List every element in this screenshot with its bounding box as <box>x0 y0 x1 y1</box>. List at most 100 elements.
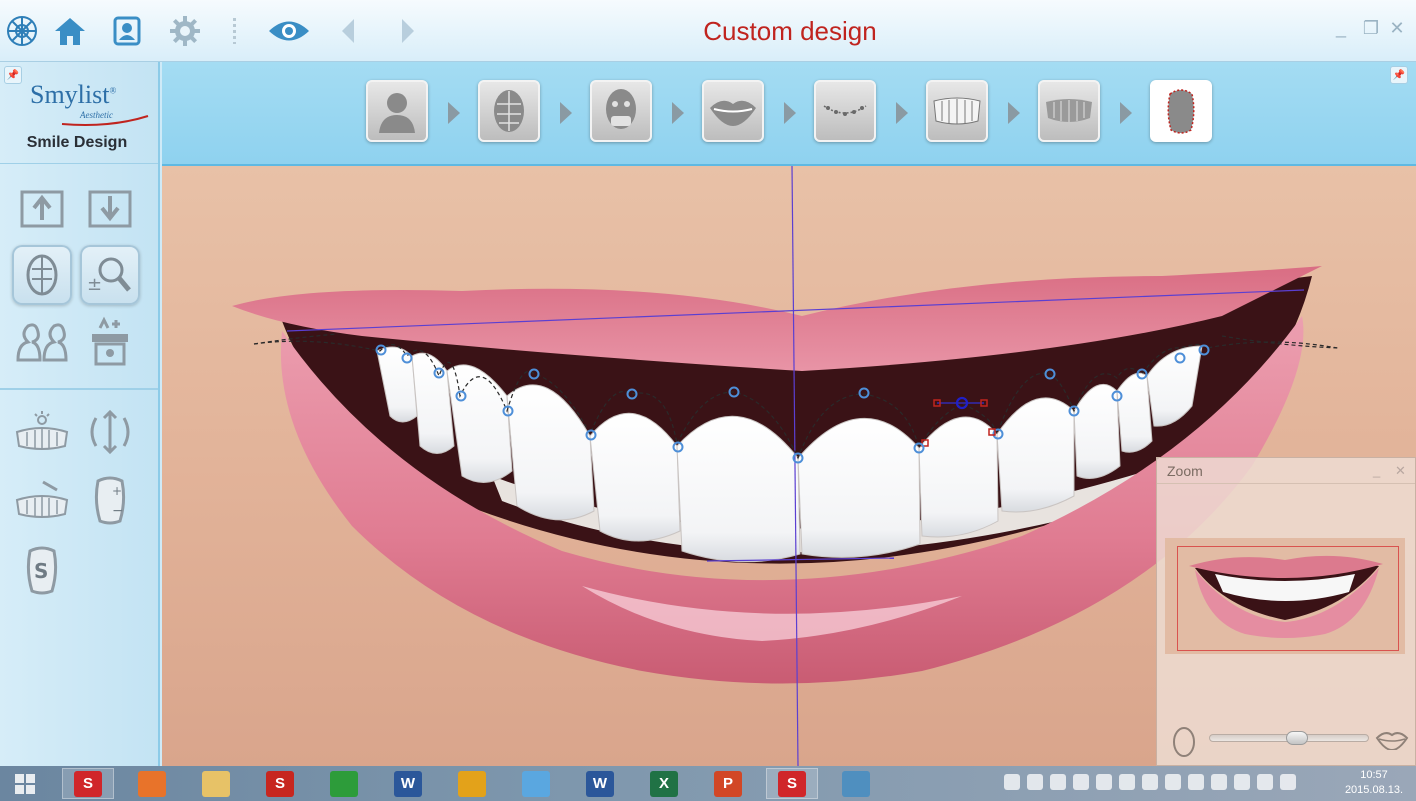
pin-stepbar-icon[interactable]: 📌 <box>1390 66 1408 84</box>
taskbar-clock[interactable]: 10:57 2015.08.13. <box>1336 768 1412 798</box>
teeth-lighting-icon[interactable] <box>12 402 72 462</box>
svg-text:−: − <box>112 503 124 519</box>
taskbar-app-powerpoint-icon[interactable]: P <box>702 768 754 799</box>
taskbar-app-smylist-s-taskbar-icon[interactable]: S <box>254 768 306 799</box>
step-arrow-icon <box>1008 102 1020 124</box>
tray-icon[interactable] <box>1165 774 1181 790</box>
step-arrow-icon <box>672 102 684 124</box>
eye-icon[interactable] <box>266 12 312 50</box>
facial-midline-icon[interactable] <box>12 245 72 305</box>
add-remove-tooth-icon[interactable]: + − <box>80 470 140 530</box>
tray-icon[interactable] <box>1234 774 1250 790</box>
flag-icon[interactable] <box>1211 774 1227 790</box>
lips-step[interactable] <box>702 80 764 142</box>
signal-icon[interactable] <box>1257 774 1273 790</box>
svg-text:S: S <box>34 559 48 583</box>
smylist-s-icon[interactable]: S <box>12 540 72 600</box>
taskbar-app-smylist-taskbar-icon[interactable]: S <box>62 768 114 799</box>
home-icon[interactable] <box>52 12 88 50</box>
picasa-icon <box>522 770 550 797</box>
export-image-icon[interactable] <box>80 178 140 238</box>
tray-icon[interactable] <box>1027 774 1043 790</box>
step-arrow-icon <box>560 102 572 124</box>
tray-icon[interactable] <box>1142 774 1158 790</box>
taskbar-app-excel-icon[interactable]: X <box>638 768 690 799</box>
teeth-shaping-icon[interactable] <box>12 470 72 530</box>
sidebar-divider <box>0 388 158 390</box>
compare-faces-icon[interactable] <box>12 312 72 372</box>
maximize-button[interactable]: ❐ <box>1360 18 1382 39</box>
teeth-outline-step[interactable] <box>926 80 988 142</box>
taskbar-app-chrome-icon[interactable] <box>446 768 498 799</box>
close-button[interactable]: ✕ <box>1386 18 1408 39</box>
teeth-step[interactable] <box>1038 80 1100 142</box>
tray-icon[interactable] <box>1004 774 1020 790</box>
svg-text:+: + <box>112 484 122 498</box>
zoom-close-button[interactable]: ✕ <box>1395 463 1406 479</box>
step-arrow-icon <box>1120 102 1132 124</box>
system-tray <box>1004 774 1296 790</box>
taskbar-app-word-icon[interactable]: W <box>382 768 434 799</box>
volume-icon[interactable] <box>1280 774 1296 790</box>
svg-text:±: ± <box>87 274 102 295</box>
window-title: Custom design <box>703 16 877 46</box>
smylist-app-window: Custom design _ ❐ ✕ 📌 Smylist® Aesthetic… <box>0 0 1416 801</box>
taskbar-app-photo-viewer-icon[interactable] <box>830 768 882 799</box>
zoom-viewport-frame[interactable] <box>1177 546 1399 651</box>
tray-icon[interactable] <box>1096 774 1112 790</box>
snowflake-menu-icon[interactable] <box>4 12 40 50</box>
bluetooth-icon[interactable] <box>1050 774 1066 790</box>
tray-icon[interactable] <box>1073 774 1089 790</box>
title-bar: Custom design _ ❐ ✕ <box>0 0 1416 62</box>
word-icon: W <box>394 770 422 797</box>
import-image-icon[interactable] <box>12 178 72 238</box>
taskbar-app-picasa-icon[interactable] <box>510 768 562 799</box>
zoom-slider-thumb[interactable] <box>1286 731 1308 745</box>
logo-wordmark: Smylist® <box>30 80 117 109</box>
smylist-logo: Smylist® Aesthetic Smile Design <box>0 62 158 164</box>
step-arrow-icon <box>896 102 908 124</box>
zoom-tool-icon[interactable]: ± <box>80 245 140 305</box>
face-silhouette-step[interactable] <box>366 80 428 142</box>
photo-viewer-icon <box>842 770 870 797</box>
library-transfer-icon[interactable] <box>80 312 140 372</box>
excel-icon: X <box>650 770 678 797</box>
minimize-button[interactable]: _ <box>1330 18 1352 39</box>
taskbar-app-store-icon[interactable] <box>318 768 370 799</box>
taskbar-app-firefox-icon[interactable] <box>126 768 178 799</box>
zoom-out-face-icon[interactable] <box>1171 726 1197 758</box>
zoom-panel[interactable]: Zoom _ ✕ <box>1156 457 1416 766</box>
face-grid-step[interactable] <box>478 80 540 142</box>
smylist-active-icon: S <box>778 770 806 797</box>
back-arrow-icon[interactable] <box>330 12 366 50</box>
zoom-minimize-button[interactable]: _ <box>1373 463 1380 478</box>
workflow-step-bar: 📌 <box>162 62 1416 166</box>
clock-date: 2015.08.13. <box>1344 784 1404 796</box>
taskbar-app-file-explorer-icon[interactable] <box>190 768 242 799</box>
taskbar-app-smylist-active-icon[interactable]: S <box>766 768 818 799</box>
face-mask-step[interactable] <box>590 80 652 142</box>
patient-card-icon[interactable] <box>109 12 145 50</box>
taskbar-app-word-icon-2[interactable]: W <box>574 768 626 799</box>
forward-arrow-icon[interactable] <box>390 12 426 50</box>
logo-caption: Smile Design <box>26 134 128 151</box>
tray-icon[interactable] <box>1119 774 1135 790</box>
smylist-taskbar-icon: S <box>74 770 102 797</box>
tool-sidebar: 📌 Smylist® Aesthetic Smile Design ± + − … <box>0 62 160 766</box>
rotate-resize-icon[interactable] <box>80 402 140 462</box>
firefox-icon <box>138 770 166 797</box>
tray-icon[interactable] <box>1188 774 1204 790</box>
zoom-in-lips-icon[interactable] <box>1375 730 1409 750</box>
gear-icon[interactable] <box>167 12 203 50</box>
step-arrow-icon <box>448 102 460 124</box>
custom-tooth-step[interactable] <box>1150 80 1212 142</box>
lip-points-step[interactable] <box>814 80 876 142</box>
zoom-panel-title: Zoom <box>1167 463 1203 479</box>
zoom-panel-header[interactable]: Zoom _ ✕ <box>1157 458 1415 484</box>
smylist-s-taskbar-icon: S <box>266 770 294 797</box>
powerpoint-icon: P <box>714 770 742 797</box>
windows-taskbar: 10:57 2015.08.13. S S W W X P S <box>0 766 1416 801</box>
chrome-icon <box>458 770 486 797</box>
store-icon <box>330 770 358 797</box>
windows-start-icon[interactable] <box>6 768 44 799</box>
